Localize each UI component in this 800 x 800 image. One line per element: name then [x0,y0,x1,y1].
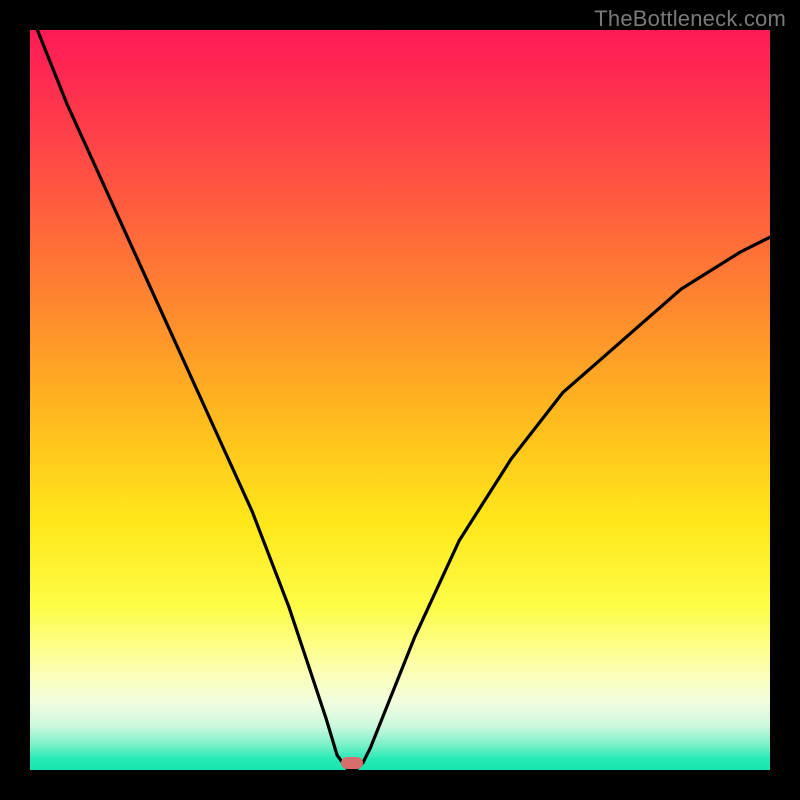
optimal-point-marker [341,757,363,769]
plot-area [30,30,770,770]
bottleneck-curve [30,30,770,770]
chart-frame: TheBottleneck.com [0,0,800,800]
watermark-text: TheBottleneck.com [594,6,786,32]
